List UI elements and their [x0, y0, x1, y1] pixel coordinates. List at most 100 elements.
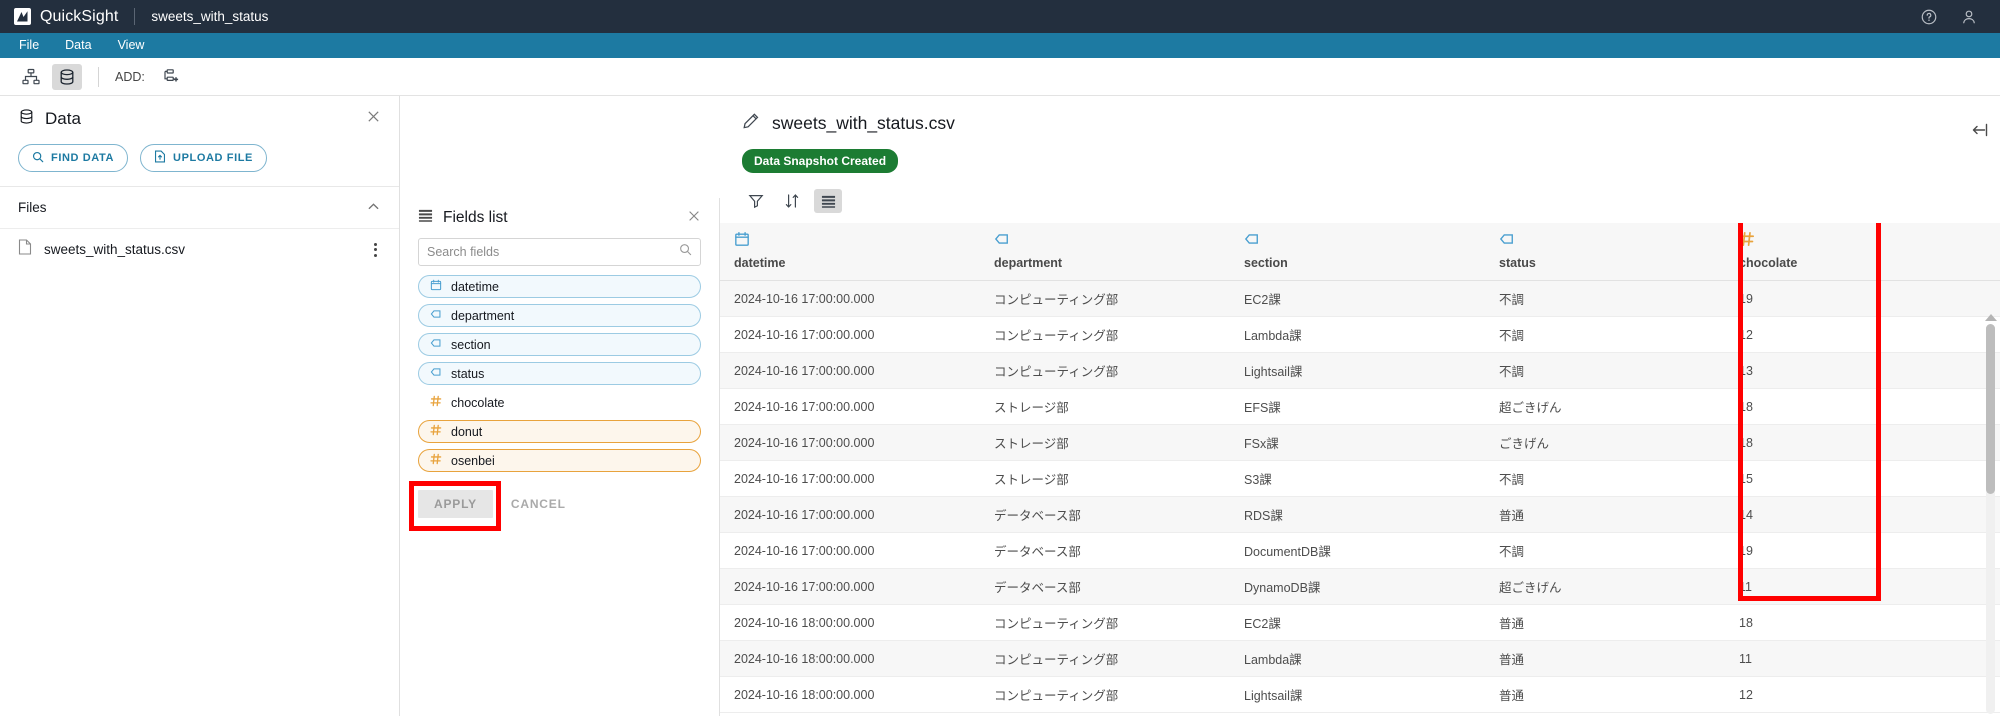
view-toolbar: ADD: — [0, 58, 2000, 96]
table-row[interactable]: 2024-10-16 17:00:00.000 コンピューティング部 EC2課 不調 1… — [720, 280, 2000, 317]
column-header-datetime[interactable]: datetime — [720, 223, 980, 281]
cell-chocolate: 11 — [1725, 640, 1875, 677]
quicksight-logo-icon — [14, 8, 31, 25]
cancel-button[interactable]: CANCEL — [499, 490, 578, 518]
close-icon[interactable] — [687, 209, 701, 228]
kebab-menu-icon[interactable] — [370, 239, 381, 261]
field-label: section — [451, 337, 491, 352]
data-flow-diagram-icon[interactable] — [16, 64, 46, 90]
user-account-icon[interactable] — [1960, 8, 1978, 26]
main-content: sweets_with_status.csv Data Snapshot Cre… — [720, 96, 2000, 716]
list-item[interactable]: sweets_with_status.csv — [0, 228, 399, 270]
cell-department: コンピューティング部 — [980, 604, 1230, 641]
apply-button[interactable]: APPLY — [418, 490, 493, 518]
cell-chocolate: 12 — [1725, 676, 1875, 713]
table-row[interactable]: 2024-10-16 17:00:00.000 データベース部 RDS課 普通 14 — [720, 496, 2000, 533]
column-label: section — [1244, 256, 1288, 270]
vertical-scrollbar[interactable] — [1984, 314, 1997, 714]
cell-status: 不調 — [1485, 316, 1725, 353]
table-row[interactable]: 2024-10-16 17:00:00.000 データベース部 DynamoDB課超… — [720, 568, 2000, 605]
database-table-view-icon[interactable] — [52, 63, 82, 90]
table-row[interactable]: 2024-10-16 17:00:00.000 ストレージ部 FSx課 ごきげん 18 — [720, 424, 2000, 461]
brand-name: QuickSight — [40, 7, 119, 25]
scrollbar-track[interactable] — [1986, 324, 1995, 714]
cell-section: DynamoDB課 — [1230, 568, 1485, 605]
cell-status: 普通 — [1485, 640, 1725, 677]
scroll-up-arrow-icon[interactable] — [1984, 314, 1997, 321]
cell-section: Lambda課 — [1230, 640, 1485, 677]
cell-department: コンピューティング部 — [980, 676, 1230, 713]
cell-chocolate: 19 — [1725, 280, 1875, 317]
file-upload-icon — [154, 150, 166, 166]
search-input[interactable] — [427, 245, 679, 259]
search-icon — [32, 151, 44, 166]
fields-panel-title: Fields list — [443, 209, 508, 226]
menu-item-view[interactable]: View — [105, 33, 158, 58]
cell-chocolate: 18 — [1725, 424, 1875, 461]
field-pill-status[interactable]: status — [418, 362, 701, 385]
help-circle-icon[interactable] — [1920, 8, 1938, 26]
field-pill-section[interactable]: section — [418, 333, 701, 356]
chevron-up-icon[interactable] — [366, 199, 381, 217]
collapse-right-panel-icon[interactable] — [1969, 122, 1989, 143]
column-header-department[interactable]: department — [980, 223, 1230, 281]
cell-datetime: 2024-10-16 17:00:00.000 — [720, 532, 980, 569]
fields-panel-header: Fields list — [418, 198, 701, 238]
column-header-chocolate[interactable]: chocolate — [1725, 223, 1875, 281]
table-row[interactable]: 2024-10-16 17:00:00.000 ストレージ部 S3課 不調 15 — [720, 460, 2000, 497]
table-row[interactable]: 2024-10-16 17:00:00.000 コンピューティング部 Lightsa… — [720, 352, 2000, 389]
column-header-status[interactable]: status — [1485, 223, 1725, 281]
table-row[interactable]: 2024-10-16 18:00:00.000 コンピューティング部 Lightsa… — [720, 676, 2000, 713]
status-badge: Data Snapshot Created — [742, 149, 899, 173]
menu-bar: File Data View — [0, 33, 2000, 58]
cell-department: データベース部 — [980, 532, 1230, 569]
sort-arrows-icon[interactable] — [778, 189, 806, 213]
data-table-container[interactable]: datetime department section status choco… — [720, 223, 2000, 716]
cell-datetime: 2024-10-16 17:00:00.000 — [720, 316, 980, 353]
string-tag-icon — [1499, 231, 1711, 249]
field-pill-department[interactable]: department — [418, 304, 701, 327]
filter-icon[interactable] — [742, 189, 770, 213]
column-header-section[interactable]: section — [1230, 223, 1485, 281]
files-section-header[interactable]: Files — [0, 186, 399, 228]
cell-datetime: 2024-10-16 17:00:00.000 — [720, 460, 980, 497]
cell-datetime: 2024-10-16 18:00:00.000 — [720, 604, 980, 641]
table-row[interactable]: 2024-10-16 18:00:00.000 コンピューティング部 EC2課 普通 1… — [720, 604, 2000, 641]
cell-department: データベース部 — [980, 568, 1230, 605]
field-pill-osenbei[interactable]: osenbei — [418, 449, 701, 472]
pencil-edit-icon[interactable] — [742, 112, 760, 135]
cell-status: 超ごきげん — [1485, 568, 1725, 605]
brand[interactable]: QuickSight — [14, 8, 118, 26]
menu-item-data[interactable]: Data — [52, 33, 104, 58]
file-icon — [18, 239, 32, 260]
scrollbar-thumb[interactable] — [1986, 324, 1995, 494]
field-pill-donut[interactable]: donut — [418, 420, 701, 443]
column-label: datetime — [734, 256, 786, 270]
table-row[interactable]: 2024-10-16 17:00:00.000 コンピューティング部 Lambda課… — [720, 316, 2000, 353]
find-data-label: FIND DATA — [51, 152, 115, 164]
cell-chocolate: 14 — [1725, 496, 1875, 533]
cell-department: コンピューティング部 — [980, 316, 1230, 353]
find-data-button[interactable]: FIND DATA — [18, 144, 129, 172]
fields-list-toggle-icon[interactable] — [814, 189, 842, 213]
column-label: chocolate — [1739, 256, 1798, 270]
table-header-row: datetime department section status choco… — [720, 223, 2000, 281]
table-row[interactable]: 2024-10-16 17:00:00.000 データベース部 DocumentDB… — [720, 532, 2000, 569]
hash-icon — [430, 395, 442, 410]
cell-section: EFS課 — [1230, 388, 1485, 425]
search-icon[interactable] — [679, 243, 692, 261]
add-node-icon[interactable] — [156, 64, 186, 90]
menu-item-file[interactable]: File — [13, 33, 52, 58]
close-icon[interactable] — [366, 109, 381, 129]
files-section-label: Files — [18, 200, 47, 215]
upload-file-button[interactable]: UPLOAD FILE — [140, 144, 267, 172]
cell-chocolate: 13 — [1725, 352, 1875, 389]
table-row[interactable]: 2024-10-16 18:00:00.000 コンピューティング部 Lambda課… — [720, 640, 2000, 677]
field-pill-datetime[interactable]: datetime — [418, 275, 701, 298]
table-row[interactable]: 2024-10-16 17:00:00.000 ストレージ部 EFS課 超ごきげん 18 — [720, 388, 2000, 425]
cell-section: FSx課 — [1230, 424, 1485, 461]
quicksight-app: QuickSight sweets_with_status File Data — [0, 0, 2000, 716]
document-name[interactable]: sweets_with_status — [151, 9, 268, 24]
cell-datetime: 2024-10-16 17:00:00.000 — [720, 424, 980, 461]
field-pill-chocolate[interactable]: chocolate — [418, 391, 701, 414]
